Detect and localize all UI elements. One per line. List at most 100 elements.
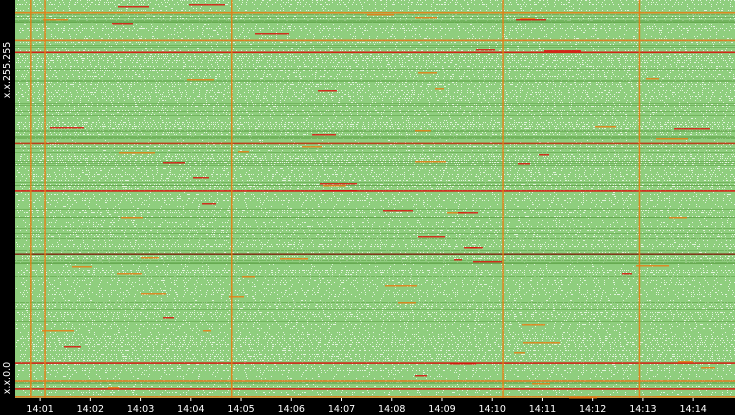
vertical-burst-3 — [502, 0, 504, 398]
horizontal-streak — [280, 258, 308, 260]
horizontal-streak — [678, 361, 693, 363]
thin-row-line — [15, 80, 735, 81]
horizontal-streak — [539, 154, 549, 156]
thin-row-line — [15, 47, 735, 48]
horizontal-streak — [64, 346, 81, 348]
horizontal-band-1 — [15, 388, 735, 390]
thin-row-line — [15, 111, 735, 112]
horizontal-streak — [141, 257, 159, 259]
x-tick-label: 14:13 — [629, 404, 656, 415]
horizontal-streak — [367, 14, 394, 16]
horizontal-streak — [117, 273, 142, 275]
horizontal-band-7 — [15, 51, 735, 54]
horizontal-streak — [50, 127, 84, 129]
thin-row-line — [15, 185, 735, 186]
x-tick-label: 14:06 — [278, 404, 305, 415]
horizontal-streak — [121, 217, 143, 219]
thin-row-line — [15, 383, 735, 384]
horizontal-streak — [42, 330, 74, 332]
x-tick-label: 14:03 — [127, 404, 154, 415]
horizontal-streak — [193, 177, 209, 179]
vertical-burst-1 — [44, 0, 46, 398]
horizontal-streak — [242, 276, 255, 278]
thin-row-line — [15, 163, 735, 164]
thin-row-line — [15, 263, 735, 264]
horizontal-streak — [518, 163, 530, 165]
y-tick-label-top: x.x.255.255 — [2, 42, 13, 99]
thin-row-line — [15, 131, 735, 132]
horizontal-streak — [415, 161, 446, 163]
thin-row-line — [15, 382, 735, 383]
horizontal-streak — [656, 138, 688, 140]
thin-row-line — [15, 136, 735, 137]
horizontal-streak — [458, 212, 478, 214]
thin-row-line — [15, 260, 735, 261]
thin-row-line — [15, 21, 735, 22]
horizontal-streak — [657, 396, 691, 398]
horizontal-streak — [302, 146, 322, 148]
horizontal-streak — [476, 49, 495, 51]
horizontal-streak — [522, 324, 545, 326]
thin-row-line — [15, 250, 735, 251]
horizontal-band-0 — [15, 396, 735, 398]
x-tick-label: 14:08 — [378, 404, 405, 415]
thin-row-line — [15, 182, 735, 183]
x-tick-label: 14:01 — [26, 404, 53, 415]
thin-row-line — [15, 20, 735, 21]
heatmap-chart: x.x.255.255 x.x.0.0 14:01 14:02 14:03 14:04… — [0, 0, 735, 415]
thin-row-line — [15, 137, 735, 138]
horizontal-streak — [669, 217, 687, 219]
thin-row-line — [15, 262, 735, 263]
thin-row-line — [15, 103, 735, 104]
horizontal-streak — [464, 247, 477, 249]
horizontal-streak — [385, 285, 417, 287]
thin-row-line — [15, 228, 735, 229]
horizontal-streak — [43, 19, 68, 21]
x-tick-label: 14:12 — [579, 404, 606, 415]
horizontal-streak — [435, 88, 444, 90]
horizontal-streak — [238, 151, 249, 153]
horizontal-band-9 — [15, 11, 735, 14]
horizontal-streak — [636, 265, 669, 267]
thin-row-line — [15, 105, 735, 106]
thin-row-line — [15, 309, 735, 310]
x-tick-label: 14:10 — [479, 404, 506, 415]
thin-row-line — [15, 209, 735, 210]
thin-row-line — [15, 321, 735, 322]
horizontal-band-5 — [15, 190, 735, 192]
horizontal-streak — [72, 266, 92, 268]
vertical-burst-4 — [638, 0, 641, 398]
thin-row-line — [15, 161, 735, 162]
horizontal-streak — [415, 130, 431, 132]
thin-row-line — [15, 81, 735, 82]
thin-row-line — [15, 148, 735, 149]
x-tick-label: 14:05 — [227, 404, 254, 415]
horizontal-streak — [622, 273, 632, 275]
thin-row-line — [15, 22, 735, 23]
horizontal-band-6 — [15, 142, 735, 145]
horizontal-streak — [112, 23, 133, 25]
x-tick-label: 14:07 — [328, 404, 355, 415]
x-tick-label: 14:02 — [77, 404, 104, 415]
horizontal-streak — [118, 6, 149, 8]
horizontal-streak — [141, 293, 166, 295]
horizontal-streak — [450, 363, 476, 365]
horizontal-streak — [595, 126, 616, 128]
horizontal-streak — [320, 183, 357, 185]
horizontal-streak — [318, 90, 337, 92]
thin-row-line — [15, 69, 735, 70]
x-tick-label: 14:04 — [177, 404, 204, 415]
thin-row-line — [15, 115, 735, 116]
horizontal-streak — [418, 72, 437, 74]
horizontal-streak — [473, 261, 502, 263]
horizontal-streak — [189, 4, 225, 6]
horizontal-streak — [323, 185, 346, 187]
thin-row-line — [15, 45, 735, 46]
x-tick-label: 14:14 — [679, 404, 706, 415]
y-tick-label-bottom: x.x.0.0 — [2, 362, 13, 394]
thin-row-line — [15, 238, 735, 239]
horizontal-streak — [523, 342, 560, 344]
horizontal-streak — [312, 134, 336, 136]
horizontal-streak — [163, 317, 174, 319]
horizontal-band-8 — [15, 39, 735, 42]
